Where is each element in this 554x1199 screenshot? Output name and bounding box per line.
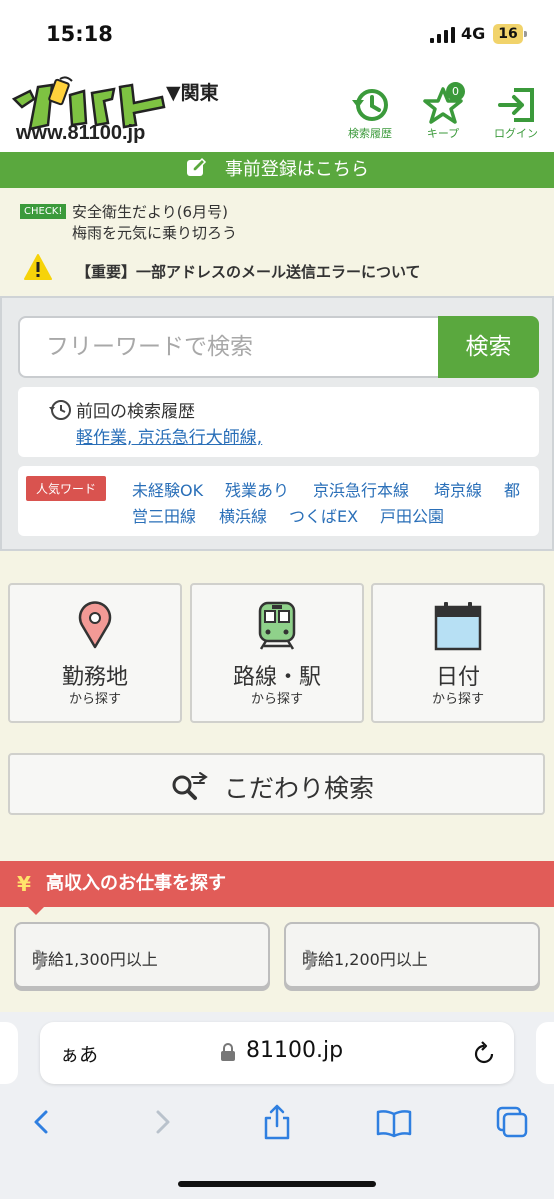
tile-work-location[interactable]: 勤務地 から探す	[8, 583, 182, 723]
keep-label: キープ	[426, 127, 460, 140]
yen-icon: ¥	[17, 872, 31, 896]
popular-word[interactable]: つくばEX	[289, 503, 358, 527]
search-history-box: 前回の検索履歴 軽作業, 京浜急行大師線,	[18, 387, 539, 457]
login-button[interactable]: ログイン	[486, 86, 546, 146]
search-button[interactable]: 検索	[438, 316, 539, 378]
network-type: 4G	[461, 24, 486, 43]
popular-word[interactable]: 未経験OK	[132, 477, 203, 501]
forward-icon[interactable]	[142, 1102, 182, 1142]
site-header: www.81100.jp ▼関東 検索履歴 0 キープ ログイン	[0, 62, 554, 152]
check-badge: CHECK!	[20, 204, 67, 219]
battery-icon: 16	[493, 24, 527, 44]
lock-icon	[221, 1043, 235, 1061]
region-selector[interactable]: ▼関東	[166, 78, 219, 105]
wage-1200-button[interactable]: 時給1,200円以上 ❯	[284, 922, 540, 988]
popular-word[interactable]: 営三田線	[132, 503, 196, 527]
high-income-header: ¥ 高収入のお仕事を探す	[0, 861, 554, 915]
status-time: 15:18	[46, 22, 113, 46]
share-icon[interactable]	[257, 1102, 297, 1142]
tile-title: 勤務地	[61, 665, 128, 690]
history-title: 前回の検索履歴	[76, 402, 195, 422]
important-notice[interactable]: 【重要】一部アドレスのメール送信エラーについて	[24, 253, 544, 287]
popular-words-box: 人気ワード 未経験OK 残業あり 京浜急行本線 埼京線 都 営三田線 横浜線 つ…	[18, 466, 539, 536]
chevron-right-icon: ❯	[302, 946, 319, 970]
search-input[interactable]	[20, 318, 438, 376]
popular-word[interactable]: 都	[504, 477, 520, 501]
tile-title: 日付	[435, 665, 480, 690]
tile-line-station[interactable]: 路線・駅 から探す	[190, 583, 364, 723]
calendar-icon	[434, 602, 482, 651]
search-history-button[interactable]: 検索履歴	[340, 86, 400, 146]
advanced-search-button[interactable]: こだわり検索	[8, 753, 545, 815]
reader-options-button[interactable]: ぁあ	[60, 1040, 98, 1067]
back-icon[interactable]	[22, 1102, 62, 1142]
home-indicator	[178, 1181, 376, 1187]
popular-label: 人気ワード	[26, 476, 107, 501]
train-icon	[258, 601, 296, 650]
advanced-search-label: こだわり検索	[224, 774, 375, 803]
edit-icon	[187, 157, 207, 176]
history-icon	[352, 89, 388, 121]
next-tab-preview[interactable]	[536, 1022, 554, 1084]
news-item[interactable]: CHECK! 安全衛生だより(6月号) 梅雨を元気に乗り切ろう	[20, 202, 540, 242]
notice-text: 【重要】一部アドレスのメール送信エラーについて	[76, 263, 421, 281]
news-line-1: 安全衛生だより(6月号)	[72, 203, 228, 221]
chevron-right-icon: ❯	[32, 946, 49, 970]
tile-date[interactable]: 日付 から探す	[371, 583, 545, 723]
tabs-icon[interactable]	[492, 1102, 532, 1142]
signal-icon	[430, 27, 455, 43]
pre-register-label: 事前登録はこちら	[224, 159, 369, 180]
popular-word[interactable]: 京浜急行本線	[313, 477, 409, 501]
search-box	[18, 316, 438, 378]
pre-register-bar[interactable]: 事前登録はこちら	[0, 152, 554, 188]
news-line-2: 梅雨を元気に乗り切ろう	[72, 224, 238, 242]
history-label: 検索履歴	[348, 127, 392, 140]
popular-word[interactable]: 埼京線	[434, 477, 482, 501]
warning-icon	[24, 254, 52, 280]
url-host: 81100.jp	[246, 1038, 344, 1063]
browser-toolbar: ぁあ 81100.jp	[0, 1012, 554, 1199]
tile-subtitle: から探す	[431, 692, 484, 707]
tile-title: 路線・駅	[232, 665, 321, 690]
history-link[interactable]: 軽作業, 京浜急行大師線,	[76, 423, 262, 448]
tile-subtitle: から探す	[250, 692, 303, 707]
history-icon	[49, 400, 71, 420]
popular-word[interactable]: 残業あり	[225, 477, 289, 501]
high-income-title: 高収入のお仕事を探す	[46, 873, 226, 894]
keep-count-badge: 0	[446, 82, 465, 101]
keep-button[interactable]: 0 キープ	[413, 82, 473, 146]
reload-icon[interactable]	[472, 1040, 496, 1066]
news-text[interactable]: 安全衛生だより(6月号) 梅雨を元気に乗り切ろう	[72, 202, 237, 244]
login-label: ログイン	[494, 127, 538, 140]
search-panel: 検索 前回の検索履歴 軽作業, 京浜急行大師線, 人気ワード 未経験OK 残業あ…	[0, 296, 554, 551]
popular-word[interactable]: 戸田公園	[380, 503, 444, 527]
login-icon	[498, 88, 534, 122]
previous-tab-preview[interactable]	[0, 1022, 18, 1084]
wage-1300-button[interactable]: 時給1,300円以上 ❯	[14, 922, 270, 988]
status-bar: 15:18 4G 16	[0, 0, 554, 62]
bookmarks-icon[interactable]	[374, 1102, 414, 1142]
map-pin-icon	[78, 601, 112, 649]
address-bar[interactable]: ぁあ 81100.jp	[40, 1022, 514, 1084]
advanced-search-icon	[172, 772, 208, 800]
popular-word[interactable]: 横浜線	[219, 503, 267, 527]
logo-url: www.81100.jp	[16, 122, 146, 144]
tile-subtitle: から探す	[68, 692, 121, 707]
